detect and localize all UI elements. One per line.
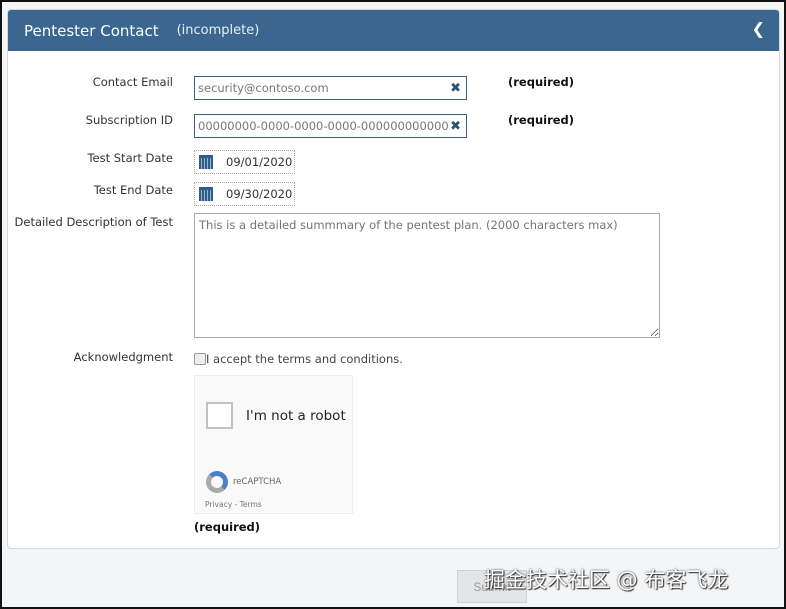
description-label: Detailed Description of Test: [14, 215, 173, 229]
calendar-icon[interactable]: [199, 155, 213, 169]
email-required: (required): [508, 75, 575, 89]
subscription-required: (required): [508, 113, 575, 127]
recaptcha-brand: reCAPTCHA: [233, 477, 282, 487]
captcha-required: (required): [194, 520, 261, 534]
subscription-value: 00000000-0000-0000-0000-000000000000: [198, 119, 449, 133]
panel-header[interactable]: Pentester Contact (incomplete) ❮: [8, 10, 779, 51]
description-textarea[interactable]: [194, 213, 660, 338]
recaptcha-links[interactable]: Privacy - Terms: [205, 500, 262, 509]
clear-icon[interactable]: ✖: [450, 119, 461, 134]
end-date-field[interactable]: 09/30/2020: [194, 182, 295, 206]
accept-terms-checkbox[interactable]: [194, 353, 206, 365]
accept-terms-text: I accept the terms and conditions.: [206, 352, 403, 366]
email-field[interactable]: security@contoso.com ✖: [194, 76, 467, 100]
recaptcha-label: I'm not a robot: [246, 408, 346, 424]
panel-status: (incomplete): [176, 23, 260, 38]
email-value: security@contoso.com: [198, 81, 329, 95]
watermark: 掘金技术社区 @ 布客飞龙: [484, 568, 729, 592]
subscription-field[interactable]: 00000000-0000-0000-0000-000000000000 ✖: [194, 114, 467, 138]
pentester-contact-panel: Pentester Contact (incomplete) ❮ Contact…: [7, 9, 780, 549]
acknowledgment-label: Acknowledgment: [73, 350, 173, 364]
recaptcha-widget: I'm not a robot reCAPTCHA Privacy - Term…: [194, 375, 353, 514]
end-date-label: Test End Date: [93, 183, 173, 197]
start-date-label: Test Start Date: [87, 151, 173, 165]
clear-icon[interactable]: ✖: [450, 81, 461, 96]
end-date-value: 09/30/2020: [226, 187, 293, 201]
accept-terms[interactable]: I accept the terms and conditions.: [194, 352, 403, 366]
start-date-value: 09/01/2020: [226, 155, 293, 169]
recaptcha-checkbox[interactable]: [206, 402, 233, 429]
start-date-field[interactable]: 09/01/2020: [194, 150, 295, 174]
calendar-icon[interactable]: [199, 187, 213, 201]
recaptcha-logo-icon: [206, 471, 228, 493]
panel-title: Pentester Contact: [24, 21, 159, 40]
subscription-label: Subscription ID: [85, 113, 173, 127]
chevron-down-icon[interactable]: ❮: [752, 19, 765, 38]
email-label: Contact Email: [92, 75, 173, 89]
